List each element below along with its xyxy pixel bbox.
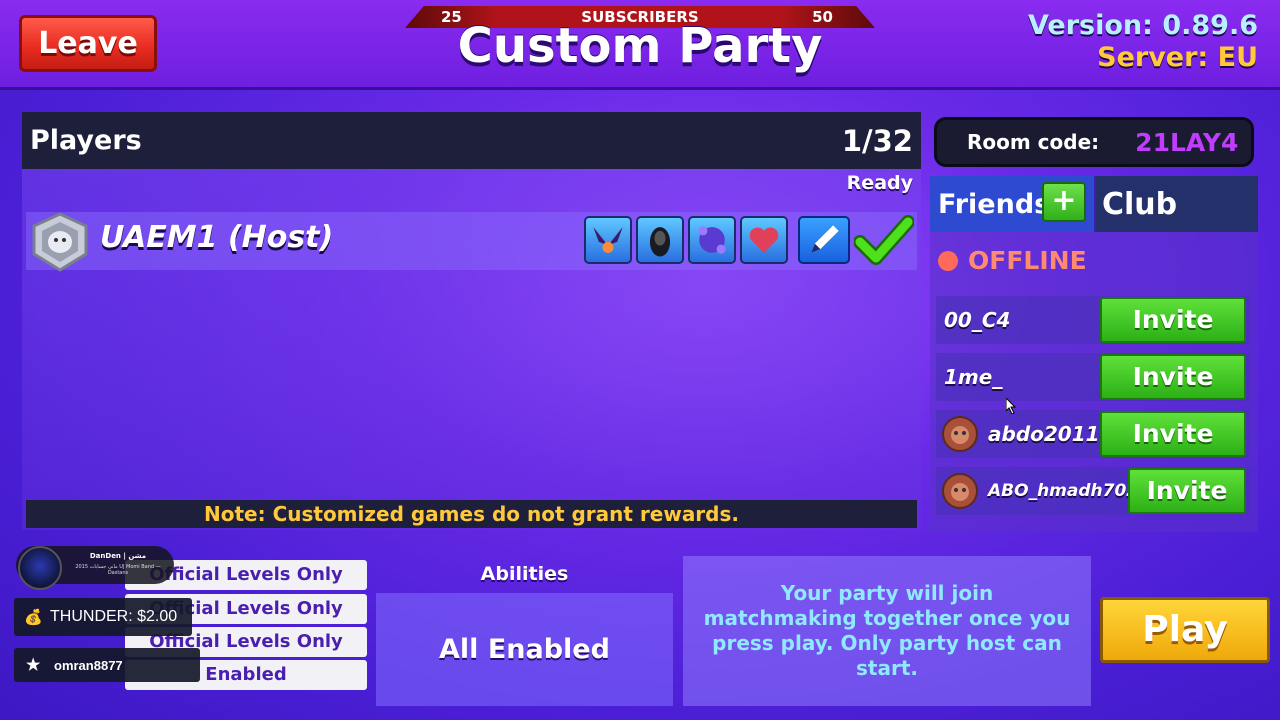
friend-row: 1me_ Invite: [936, 353, 1250, 401]
room-code-box: Room code: 21LAY4: [934, 117, 1254, 167]
friend-row: abdo2011 Invite: [936, 410, 1250, 458]
follower-alert: ★ omran8877: [14, 648, 200, 682]
stream-overlay: DanDen | مشن 2015 ماني جسابات UJ Momi Ba…: [8, 538, 200, 688]
pencil-icon: [811, 225, 839, 253]
friend-row: ABO_hmadh702 Invite: [936, 467, 1250, 515]
donation-text: THUNDER: $2.00: [50, 608, 178, 625]
players-header: Players 1/32: [22, 112, 921, 169]
server-label: Server: EU: [1097, 42, 1258, 73]
leave-button[interactable]: Leave: [19, 15, 157, 72]
invite-button[interactable]: Invite: [1128, 468, 1246, 514]
friend-avatar-icon: [942, 416, 978, 452]
version-label: Version: 0.89.6: [1027, 10, 1258, 41]
tab-friends-label: Friends: [938, 188, 1051, 220]
friends-panel: Friends + Club OFFLINE 00_C4 Invite 1me_…: [930, 176, 1258, 532]
mouse-cursor-icon: [1006, 398, 1016, 414]
offline-dot-icon: [938, 250, 958, 271]
invite-button[interactable]: Invite: [1100, 354, 1246, 400]
friend-avatar-icon: [942, 473, 978, 509]
add-friend-button[interactable]: +: [1042, 182, 1086, 222]
players-panel: Players 1/32 Ready UAEM1 (Host) Note: Cu…: [22, 112, 921, 530]
version-info: Version: 0.89.6 Server: EU: [1028, 10, 1258, 74]
wings-cosmetic-icon[interactable]: [584, 216, 632, 264]
rewards-note: Note: Customized games do not grant rewa…: [26, 500, 917, 528]
page-title: Custom Party: [457, 18, 823, 74]
donation-alert: 💰 THUNDER: $2.00: [14, 598, 192, 636]
room-code-label: Room code:: [967, 130, 1100, 154]
emote-cosmetic-icon[interactable]: [688, 216, 736, 264]
abilities-title: Abilities: [480, 563, 569, 585]
streamer-subtitle: 2015 ماني جسابات UJ Momi Band — Dastans: [75, 564, 161, 576]
host-badge-icon: [32, 212, 88, 272]
streamer-chip: DanDen | مشن 2015 ماني جسابات UJ Momi Ba…: [16, 546, 174, 590]
room-code-value[interactable]: 21LAY4: [1135, 128, 1238, 157]
ready-check-icon: [854, 215, 914, 265]
money-bag-icon: 💰: [24, 609, 43, 626]
offline-label: OFFLINE: [968, 246, 1087, 275]
players-count: 1/32: [841, 123, 913, 158]
friends-tabs: Friends + Club: [930, 176, 1258, 232]
edit-cosmetics-button[interactable]: [798, 216, 850, 264]
ready-label: Ready: [846, 172, 913, 194]
player-name: UAEM1 (Host): [100, 220, 334, 255]
follower-text: omran8877: [54, 657, 123, 673]
streamer-avatar: [18, 546, 62, 590]
heart-cosmetic-icon[interactable]: [740, 216, 788, 264]
star-icon: ★: [26, 657, 41, 674]
players-title: Players: [30, 125, 142, 156]
friend-name: ABO_hmadh702: [988, 481, 1139, 501]
abilities-setting[interactable]: All Enabled: [376, 593, 673, 706]
friend-name: 1me_: [944, 365, 1003, 389]
matchmaking-info: Your party will join matchmaking togethe…: [683, 556, 1091, 706]
streamer-name: DanDen | مشن: [89, 552, 147, 560]
player-row[interactable]: UAEM1 (Host): [26, 212, 917, 272]
invite-button[interactable]: Invite: [1100, 411, 1246, 457]
friend-name: abdo2011: [988, 422, 1100, 446]
friend-row: 00_C4 Invite: [936, 296, 1250, 344]
offline-section-header: OFFLINE: [938, 246, 1087, 275]
invite-button[interactable]: Invite: [1100, 297, 1246, 343]
tab-club[interactable]: Club: [1096, 176, 1258, 232]
friend-name: 00_C4: [944, 308, 1011, 332]
costume-cosmetic-icon[interactable]: [636, 216, 684, 264]
tab-club-label: Club: [1102, 186, 1178, 222]
play-button[interactable]: Play: [1100, 597, 1270, 663]
